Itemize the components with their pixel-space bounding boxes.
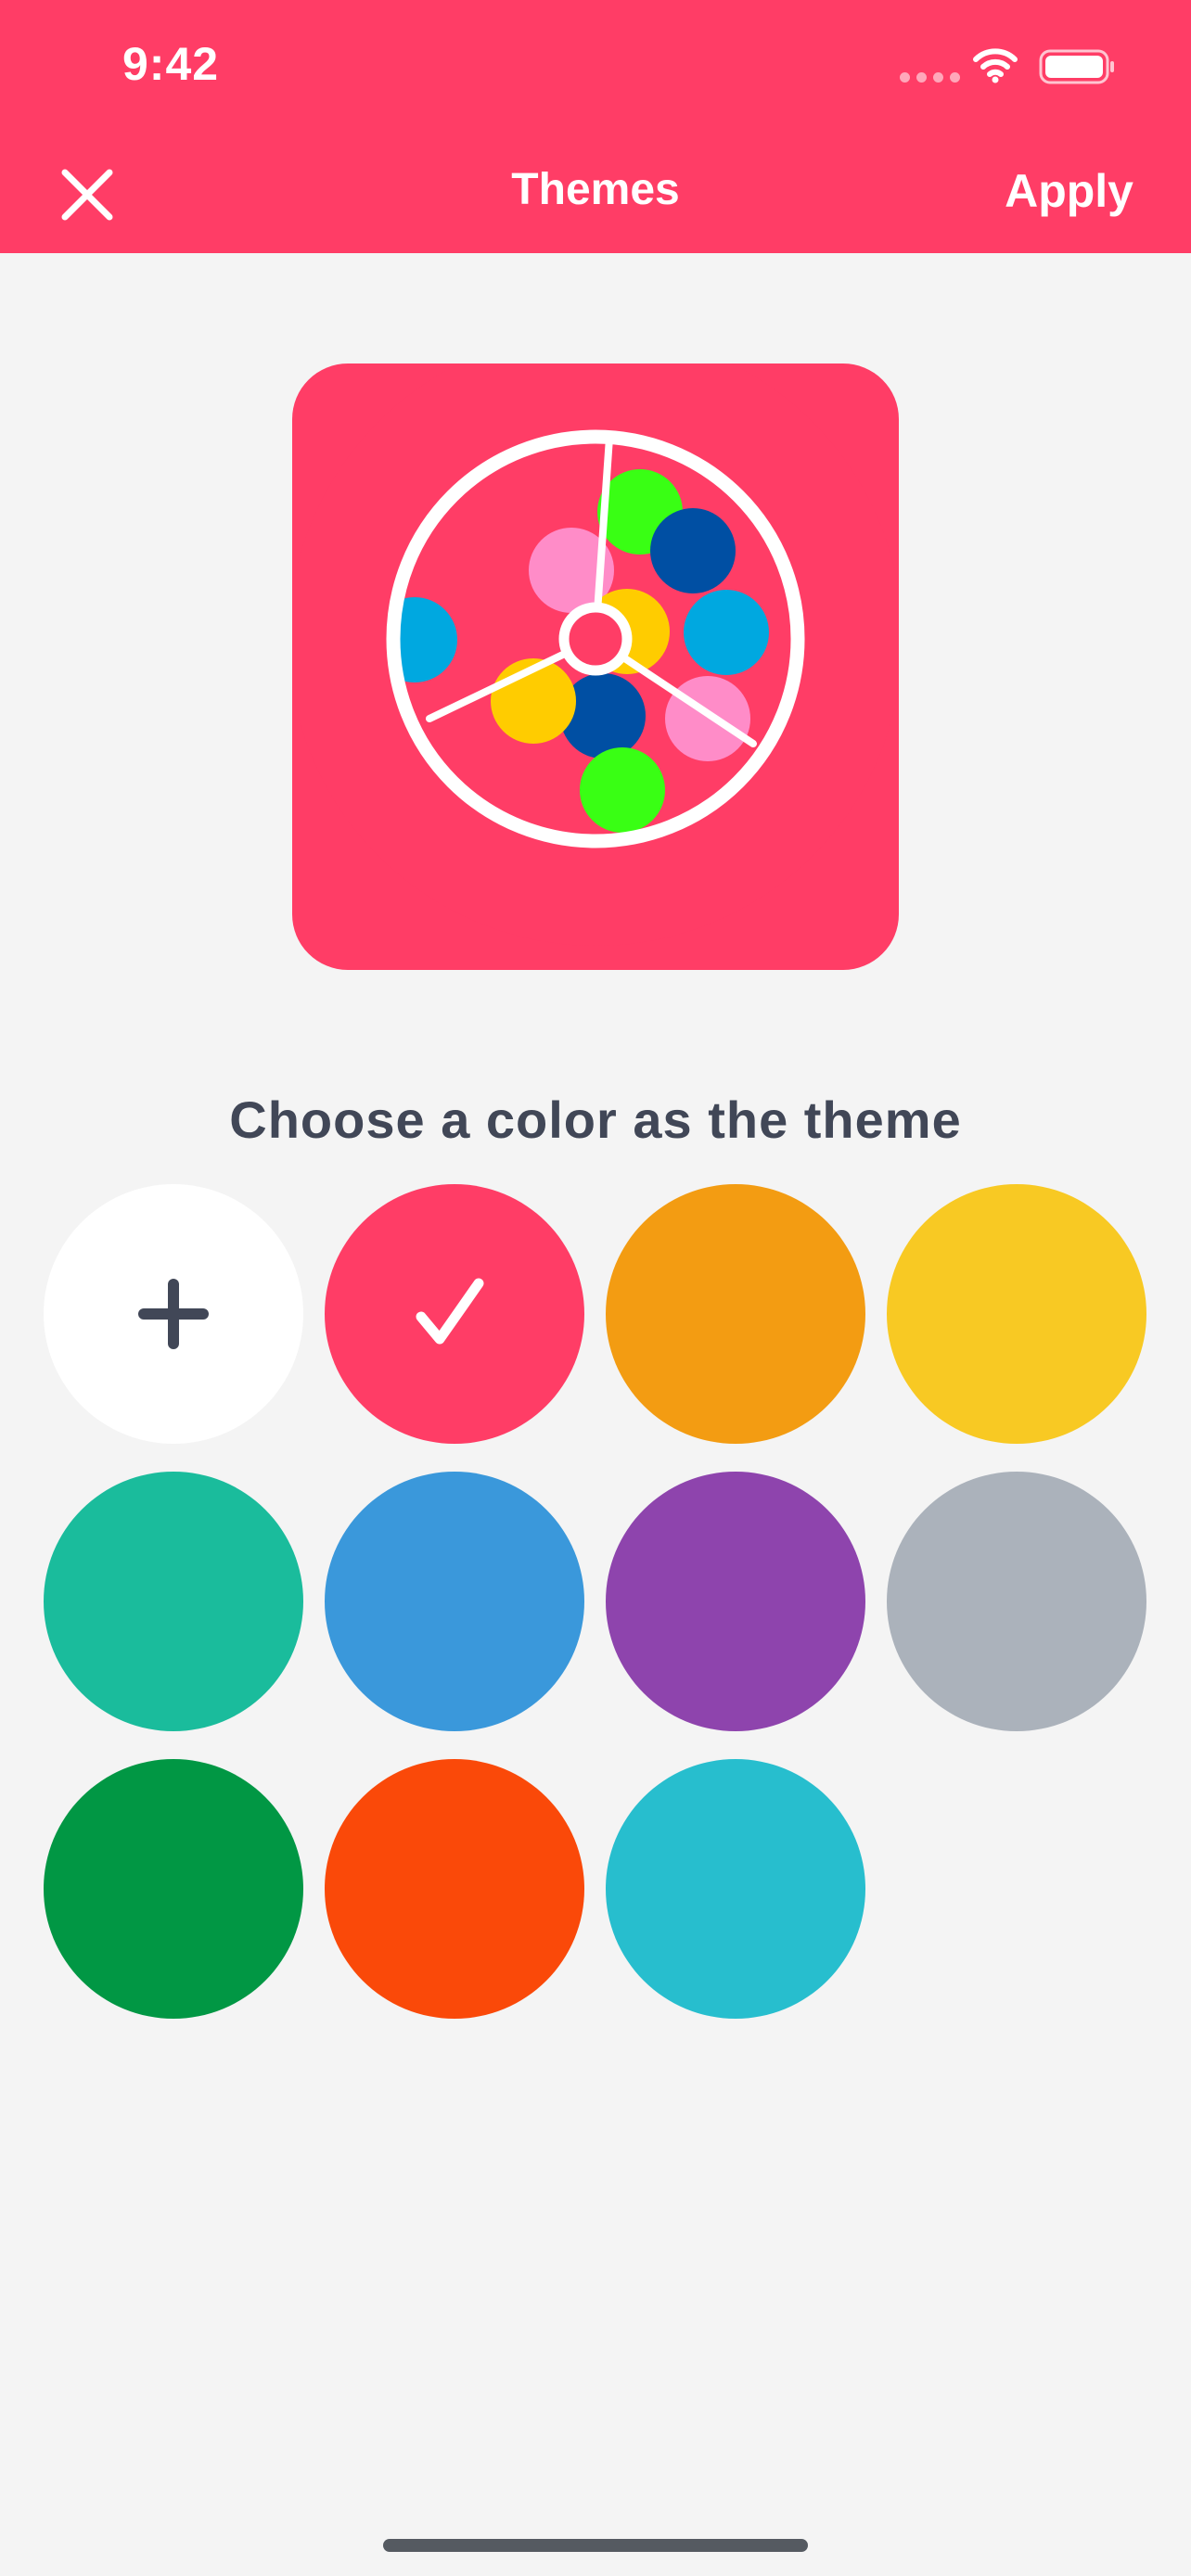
theme-preview-card bbox=[292, 363, 899, 970]
apply-button[interactable]: Apply bbox=[1005, 164, 1133, 218]
home-indicator bbox=[383, 2539, 808, 2552]
swatch-purple[interactable] bbox=[606, 1472, 865, 1731]
swatch-green[interactable] bbox=[44, 1759, 303, 2019]
swatch-pink-red[interactable] bbox=[325, 1184, 584, 1444]
plus-icon bbox=[138, 1279, 209, 1349]
signal-dots-icon bbox=[900, 72, 960, 83]
battery-icon bbox=[1039, 49, 1114, 84]
checkmark-icon bbox=[416, 1278, 484, 1345]
status-time: 9:42 bbox=[122, 38, 220, 90]
swatch-turquoise[interactable] bbox=[44, 1472, 303, 1731]
swatch-orange[interactable] bbox=[606, 1184, 865, 1444]
header-bar: 9:42 Themes Apply bbox=[0, 0, 1191, 253]
swatch-red-orange[interactable] bbox=[325, 1759, 584, 2019]
theme-prompt: Choose a color as the theme bbox=[229, 1090, 962, 1149]
lottery-wheel-icon bbox=[292, 363, 899, 946]
swatch-cyan[interactable] bbox=[606, 1759, 865, 2019]
swatch-yellow[interactable] bbox=[887, 1184, 1146, 1444]
swatch-gray[interactable] bbox=[887, 1472, 1146, 1731]
color-swatch-grid bbox=[44, 1184, 1147, 2019]
swatch-blue[interactable] bbox=[325, 1472, 584, 1731]
wifi-icon bbox=[973, 48, 1018, 83]
swatch-custom[interactable] bbox=[44, 1184, 303, 1444]
